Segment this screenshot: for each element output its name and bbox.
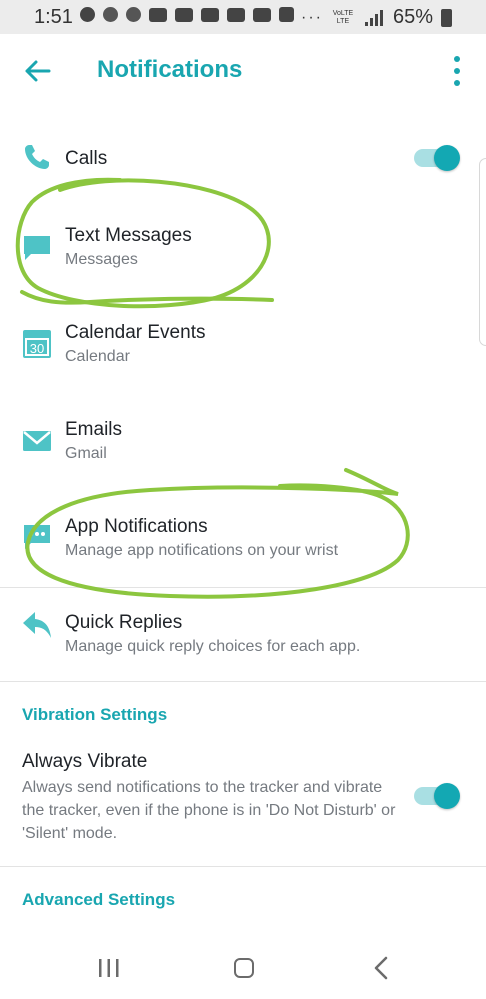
list-item-title: Text Messages xyxy=(65,225,192,246)
calls-toggle[interactable] xyxy=(414,145,460,171)
always-vibrate-description: Always send notifications to the tracker… xyxy=(22,779,396,842)
list-item-subtitle: Messages xyxy=(65,251,138,268)
divider xyxy=(0,866,486,867)
home-icon[interactable] xyxy=(234,958,254,978)
tiktok-icon xyxy=(126,7,141,22)
list-item-title: Emails xyxy=(65,419,123,440)
list-item-subtitle: Calendar xyxy=(65,348,130,365)
list-item-emails[interactable]: Emails Gmail xyxy=(0,406,486,486)
list-item-title: Quick Replies xyxy=(65,612,183,633)
youtube-icon xyxy=(227,7,245,22)
list-item-quick-replies[interactable]: Quick Replies Manage quick reply choices… xyxy=(0,600,486,680)
reply-icon xyxy=(23,612,51,638)
nav-back-icon[interactable] xyxy=(372,956,390,980)
volte-icon: VoLTE LTE xyxy=(332,9,354,25)
list-item-calendar-events[interactable]: 30 Calendar Events Calendar xyxy=(0,309,486,389)
divider xyxy=(0,587,486,588)
message-icon xyxy=(24,236,50,260)
list-item-title: App Notifications xyxy=(65,516,208,537)
status-time: 1:51 xyxy=(34,6,73,28)
always-vibrate-toggle[interactable] xyxy=(414,783,460,809)
email-icon xyxy=(23,431,51,451)
youtube-icon xyxy=(253,7,271,22)
facebook-icon xyxy=(279,7,294,22)
system-nav-bar xyxy=(0,936,486,999)
list-item-app-notifications[interactable]: App Notifications Manage app notificatio… xyxy=(0,503,486,583)
calendar-icon: 30 xyxy=(23,330,51,358)
list-item-text-messages[interactable]: Text Messages Messages xyxy=(0,212,486,292)
youtube-icon xyxy=(175,7,193,22)
list-item-calls[interactable]: Calls xyxy=(0,130,486,190)
chat-app-icon xyxy=(80,7,95,22)
battery-icon xyxy=(441,8,452,27)
list-item-title: Calls xyxy=(65,148,108,169)
scroll-indicator xyxy=(479,158,486,346)
list-item-subtitle: Manage quick reply choices for each app. xyxy=(65,638,361,655)
more-notifications-icon: ··· xyxy=(300,8,323,26)
youtube-icon xyxy=(201,7,219,22)
recent-apps-icon[interactable] xyxy=(98,958,120,978)
list-item-subtitle: Manage app notifications on your wrist xyxy=(65,542,339,559)
back-arrow-icon[interactable] xyxy=(22,56,52,86)
phone-icon xyxy=(25,145,49,169)
signal-icon xyxy=(363,9,385,26)
status-bar: 1:51 ··· VoLTE LTE 65% xyxy=(0,0,486,34)
page-title: Notifications xyxy=(97,56,243,83)
list-item-title: Calendar Events xyxy=(65,322,206,343)
status-right: ··· VoLTE LTE 65% xyxy=(301,6,452,29)
section-header-vibration: Vibration Settings xyxy=(22,705,168,724)
app-bar: Notifications xyxy=(0,34,486,106)
battery-percent: 65% xyxy=(392,6,433,28)
overflow-menu-icon[interactable] xyxy=(452,56,462,86)
list-item-subtitle: Gmail xyxy=(65,445,107,462)
notification-icons xyxy=(80,7,294,22)
calendar-date-text: 30 xyxy=(30,341,44,356)
section-header-advanced: Advanced Settings xyxy=(22,890,176,909)
divider xyxy=(0,681,486,682)
always-vibrate-title: Always Vibrate xyxy=(22,751,148,772)
tiktok-icon xyxy=(103,7,118,22)
youtube-icon xyxy=(149,7,167,22)
app-notification-icon xyxy=(24,525,50,549)
